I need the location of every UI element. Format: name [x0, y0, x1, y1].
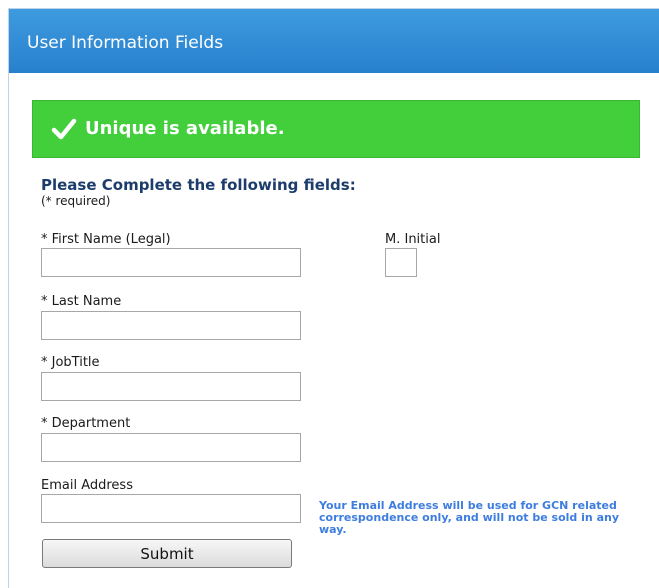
panel-header: User Information Fields: [9, 9, 659, 73]
job-title-input[interactable]: [41, 372, 301, 401]
middle-initial-label: M. Initial: [385, 232, 441, 247]
availability-message: Unique is available.: [85, 118, 285, 139]
checkmark-icon: [51, 118, 77, 140]
first-name-input[interactable]: [41, 248, 301, 277]
email-input[interactable]: [41, 494, 301, 523]
department-label: * Department: [41, 416, 131, 431]
email-usage-note: Your Email Address will be used for GCN …: [319, 499, 619, 536]
user-information-panel: User Information Fields Unique is availa…: [8, 8, 659, 588]
job-title-label: * JobTitle: [41, 355, 100, 370]
required-note: (* required): [41, 194, 111, 208]
department-input[interactable]: [41, 433, 301, 462]
last-name-label: * Last Name: [41, 294, 122, 309]
form-instructions: Please Complete the following fields:: [41, 176, 356, 194]
availability-banner: Unique is available.: [32, 100, 640, 158]
submit-button[interactable]: Submit: [42, 539, 292, 568]
email-label: Email Address: [41, 478, 133, 493]
last-name-input[interactable]: [41, 311, 301, 340]
middle-initial-input[interactable]: [385, 248, 417, 277]
panel-title: User Information Fields: [27, 33, 224, 53]
first-name-label: * First Name (Legal): [41, 232, 171, 247]
